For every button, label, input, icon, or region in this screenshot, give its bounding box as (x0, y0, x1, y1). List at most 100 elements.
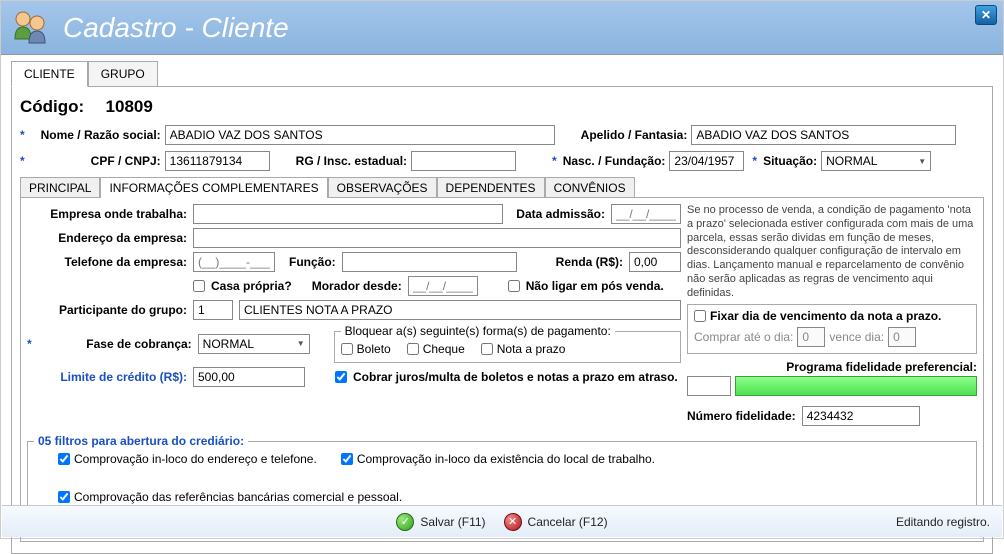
close-icon: ✕ (981, 8, 991, 22)
situacao-value: NORMAL (826, 154, 877, 168)
fase-combo[interactable]: NORMAL ▼ (198, 334, 310, 354)
tel-label: Telefone da empresa: (27, 255, 187, 269)
codigo-label: Código: (20, 97, 84, 116)
limite-label: Limite de crédito (R$): (27, 370, 187, 384)
asterisk: * (552, 154, 559, 168)
f1-label: Comprovação in-loco do endereço e telefo… (74, 452, 317, 466)
fidelidade-label: Programa fidelidade preferencial: (687, 360, 977, 374)
people-icon (9, 7, 51, 49)
content-panel: Código: 10809 * Nome / Razão social: Ape… (11, 86, 993, 554)
tab-grupo[interactable]: GRUPO (88, 61, 158, 87)
casa-checkbox[interactable] (193, 280, 205, 292)
status-text: Editando registro. (896, 515, 990, 529)
nome-label: Nome / Razão social: (31, 128, 161, 142)
cpf-input[interactable] (165, 151, 270, 171)
morador-input[interactable] (408, 276, 478, 296)
limite-input[interactable] (193, 367, 305, 387)
sub-tab-bar: PRINCIPAL INFORMAÇÕES COMPLEMENTARES OBS… (20, 177, 984, 198)
chevron-down-icon: ▼ (918, 157, 926, 166)
morador-label: Morador desde: (312, 279, 402, 293)
end-label: Endereço da empresa: (27, 231, 187, 245)
grupo-label: Participante do grupo: (27, 303, 187, 317)
header-title: Cadastro - Cliente (63, 12, 289, 44)
cb-cheque-label: Cheque (423, 342, 465, 356)
cb-boleto[interactable] (341, 343, 353, 355)
rg-input[interactable] (411, 151, 516, 171)
situacao-combo[interactable]: NORMAL ▼ (821, 151, 931, 171)
apelido-label: Apelido / Fantasia: (581, 128, 688, 142)
fidelidade-name-input[interactable] (735, 376, 977, 396)
f2-checkbox[interactable] (341, 453, 353, 465)
compraate-label: Comprar até o dia: (694, 330, 793, 344)
func-input[interactable] (342, 252, 517, 272)
footer-bar: ✓ Salvar (F11) ✕ Cancelar (F12) Editando… (2, 505, 1002, 537)
renda-label: Renda (R$): (556, 255, 623, 269)
cb-cheque[interactable] (407, 343, 419, 355)
rg-label: RG / Insc. estadual: (296, 154, 407, 168)
vencedia-label: vence dia: (829, 330, 884, 344)
grupo-num-input[interactable] (193, 300, 233, 320)
subtab-dependentes[interactable]: DEPENDENTES (437, 177, 545, 198)
situacao-label: Situação: (763, 154, 817, 168)
subtab-observacoes[interactable]: OBSERVAÇÕES (328, 177, 437, 198)
fase-value: NORMAL (203, 337, 254, 351)
numfidel-label: Número fidelidade: (687, 409, 796, 423)
close-button[interactable]: ✕ (975, 5, 997, 25)
f1-checkbox[interactable] (58, 453, 70, 465)
renda-input[interactable] (629, 252, 681, 272)
emp-input[interactable] (193, 204, 503, 224)
apelido-input[interactable] (691, 125, 956, 145)
bloquear-fieldset: Bloquear a(s) seguinte(s) forma(s) de pa… (334, 324, 681, 363)
compraate-input (797, 327, 825, 347)
fidelidade-code-input[interactable] (687, 376, 731, 396)
filtros-legend: 05 filtros para abertura do crediário: (34, 434, 248, 448)
vencedia-input (888, 327, 916, 347)
func-label: Função: (289, 255, 336, 269)
naoligar-checkbox[interactable] (508, 280, 520, 292)
cb-nota-label: Nota a prazo (497, 342, 566, 356)
window: Cadastro - Cliente ✕ CLIENTE GRUPO Códig… (0, 0, 1004, 539)
adm-label: Data admissão: (516, 207, 605, 221)
casa-label: Casa própria? (211, 279, 292, 293)
grupo-nome-input[interactable] (239, 300, 681, 320)
nome-input[interactable] (165, 125, 555, 145)
fixdia-box: Fixar dia de vencimento da nota a prazo.… (687, 304, 977, 354)
fixdia-checkbox[interactable] (694, 310, 706, 322)
chevron-down-icon: ▼ (297, 339, 305, 348)
main-tab-bar: CLIENTE GRUPO (11, 61, 1003, 87)
bloquear-legend: Bloquear a(s) seguinte(s) forma(s) de pa… (341, 324, 615, 338)
f2-label: Comprovação in-loco da existência do loc… (357, 452, 655, 466)
subtab-infos[interactable]: INFORMAÇÕES COMPLEMENTARES (100, 177, 327, 198)
end-input[interactable] (193, 228, 681, 248)
save-button[interactable]: ✓ Salvar (F11) (396, 513, 485, 531)
asterisk: * (752, 154, 759, 168)
nasc-label: Nasc. / Fundação: (563, 154, 666, 168)
cancel-button[interactable]: ✕ Cancelar (F12) (504, 513, 608, 531)
cb-nota[interactable] (481, 343, 493, 355)
codigo-row: Código: 10809 (20, 97, 984, 117)
asterisk: * (20, 128, 27, 142)
subtab-principal[interactable]: PRINCIPAL (20, 177, 100, 198)
f3-checkbox[interactable] (58, 491, 70, 503)
sub-panel: Empresa onde trabalha: Data admissão: En… (20, 197, 984, 542)
cb-boleto-label: Boleto (357, 342, 391, 356)
emp-label: Empresa onde trabalha: (27, 207, 187, 221)
nasc-input[interactable] (669, 151, 744, 171)
tel-input[interactable] (193, 252, 275, 272)
cancel-label: Cancelar (F12) (528, 515, 608, 529)
header-bar: Cadastro - Cliente ✕ (1, 1, 1003, 55)
cobrar-checkbox[interactable] (335, 371, 347, 383)
naoligar-label: Não ligar em pós venda. (526, 279, 664, 293)
cpf-label: CPF / CNPJ: (31, 154, 161, 168)
tab-cliente[interactable]: CLIENTE (11, 61, 88, 87)
asterisk: * (20, 154, 27, 168)
x-icon: ✕ (504, 513, 522, 531)
f3-label: Comprovação das referências bancárias co… (74, 490, 402, 504)
cobrar-label: Cobrar juros/multa de boletos e notas a … (353, 370, 678, 384)
adm-input[interactable] (611, 204, 681, 224)
save-label: Salvar (F11) (420, 515, 485, 529)
fixdia-label: Fixar dia de vencimento da nota a prazo. (710, 309, 941, 323)
subtab-convenios[interactable]: CONVÊNIOS (545, 177, 635, 198)
asterisk: * (27, 337, 34, 351)
numfidel-input[interactable] (802, 406, 920, 426)
